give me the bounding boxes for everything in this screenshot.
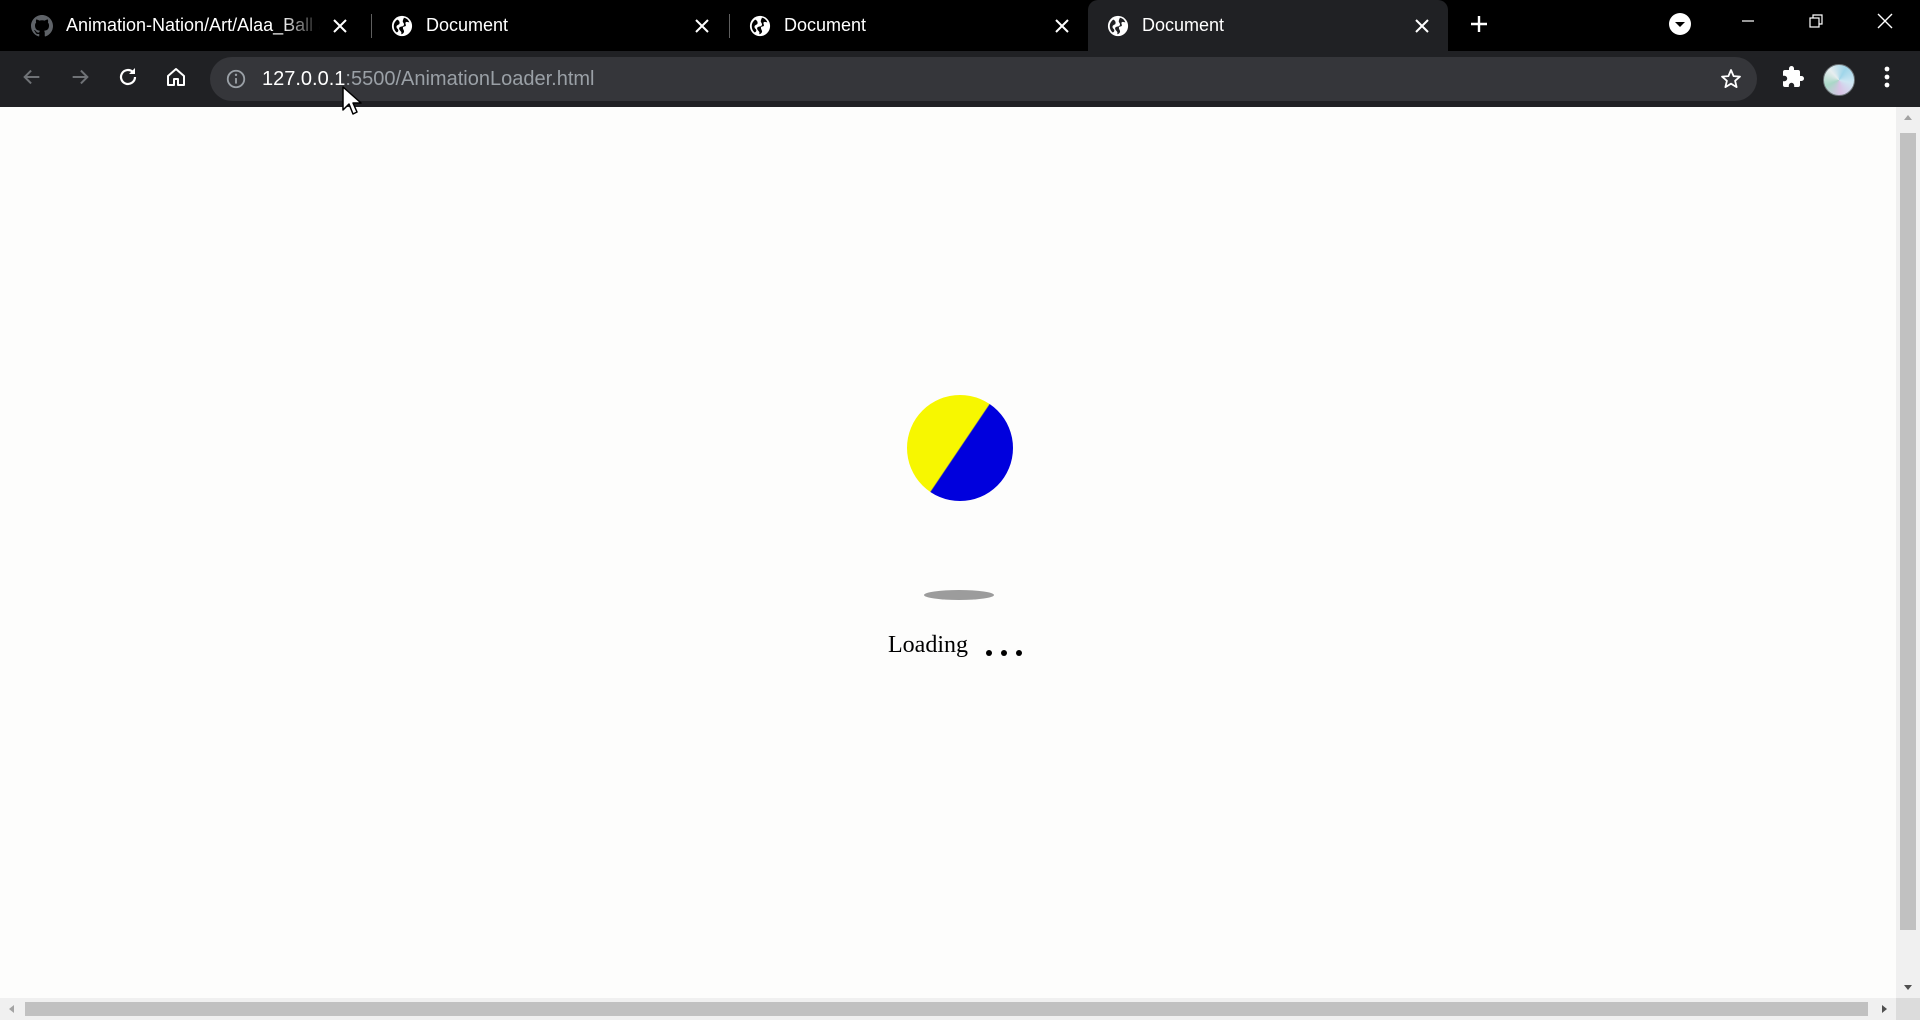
scroll-left-icon[interactable] [0,998,22,1020]
tab-title: Document [1142,15,1225,35]
globe-icon [390,14,414,38]
reload-button[interactable] [111,62,145,96]
puzzle-icon [1781,65,1805,94]
kebab-menu-icon [1884,66,1890,93]
scroll-down-icon[interactable] [1896,978,1920,998]
info-icon[interactable] [224,67,248,91]
reload-icon [116,65,140,94]
loading-dot [1016,650,1022,656]
profile-avatar[interactable] [1823,64,1855,96]
close-icon[interactable] [1410,14,1434,38]
loading-text: Loading [888,632,968,658]
back-button[interactable] [15,62,49,96]
restore-icon [1808,13,1824,34]
scrollbar-corner [1896,998,1920,1020]
tab-search-button[interactable] [1667,12,1693,41]
tab-title: Document [426,15,509,35]
url-host: 127.0.0.1 [262,68,346,90]
minimize-icon [1740,13,1756,34]
horizontal-scrollbar[interactable] [0,998,1896,1020]
chevron-down-circle-icon [1668,12,1692,41]
vertical-scrollbar[interactable] [1896,107,1920,998]
star-icon[interactable] [1717,65,1745,93]
url-path: :5500/AnimationLoader.html [345,68,595,90]
globe-icon [748,14,772,38]
arrow-left-icon [21,66,43,93]
restore-button[interactable] [1801,8,1831,38]
close-icon[interactable] [690,14,714,38]
scroll-right-icon[interactable] [1874,998,1896,1020]
ball-shadow [924,590,994,600]
loading-dots [986,650,1022,656]
mouse-cursor-icon [342,86,362,116]
close-icon[interactable] [1050,14,1074,38]
tab-strip: Animation-Nation/Art/Alaa_Ball a Documen… [0,0,1920,51]
close-icon [1876,12,1894,35]
globe-icon [1106,14,1130,38]
minimize-button[interactable] [1733,8,1763,38]
bouncing-ball [907,395,1013,501]
tab-document-2[interactable]: Document [730,0,1088,51]
scroll-up-icon[interactable] [1896,107,1920,127]
forward-button[interactable] [63,62,97,96]
github-icon [30,14,54,38]
new-tab-button[interactable] [1465,12,1493,40]
page-viewport: Loading [0,107,1896,998]
loading-dot [986,650,992,656]
tab-document-1[interactable]: Document [372,0,728,51]
browser-menu-button[interactable] [1870,62,1904,96]
close-icon[interactable] [328,14,352,38]
address-bar[interactable]: 127.0.0.1:5500/AnimationLoader.html [210,57,1757,101]
tab-github[interactable]: Animation-Nation/Art/Alaa_Ball a [0,0,366,51]
plus-icon [1469,14,1489,39]
arrow-right-icon [69,66,91,93]
url-text[interactable]: 127.0.0.1:5500/AnimationLoader.html [262,57,594,101]
home-icon [164,65,188,94]
close-window-button[interactable] [1870,8,1900,38]
tab-title: Document [784,15,867,35]
loading-dot [1001,650,1007,656]
home-button[interactable] [159,62,193,96]
tab-document-active[interactable]: Document [1088,0,1448,51]
horizontal-scroll-thumb[interactable] [25,1002,1868,1016]
vertical-scroll-thumb[interactable] [1900,133,1916,930]
tab-title: Animation-Nation/Art/Alaa_Ball a [66,15,320,35]
browser-toolbar: 127.0.0.1:5500/AnimationLoader.html [0,51,1920,107]
extensions-button[interactable] [1776,62,1810,96]
